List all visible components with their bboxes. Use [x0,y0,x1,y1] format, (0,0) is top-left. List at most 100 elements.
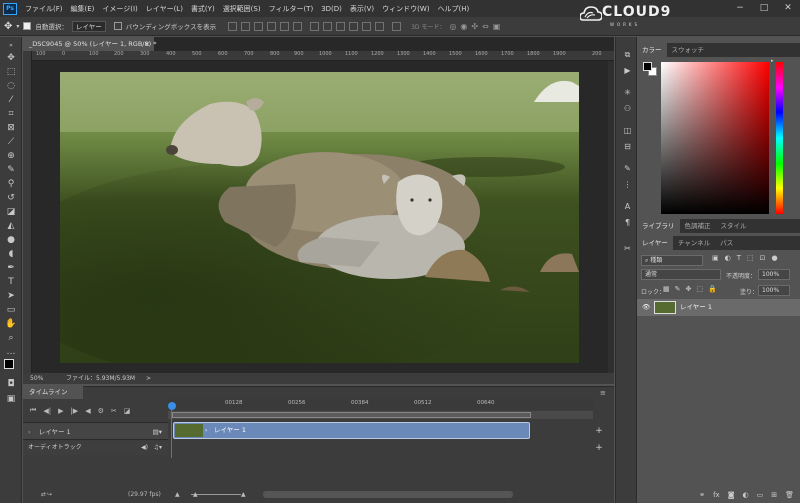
maximize-button[interactable]: □ [752,0,776,17]
more-tools-icon[interactable]: … [5,346,17,358]
menu-filter[interactable]: フィルター(T) [265,4,318,14]
zoom-out-icon[interactable]: ▲ [175,488,180,501]
tool-presets-icon[interactable]: ✂ [622,243,633,254]
blur-tool-icon[interactable]: ● [5,234,17,246]
menu-file[interactable]: ファイル(F) [21,4,67,14]
align-bottom-icon[interactable] [254,21,264,31]
speaker-icon[interactable]: ◀) [141,441,148,455]
actions-play-icon[interactable]: ▶ [622,65,633,76]
zoom-in-icon[interactable]: ▲ [241,488,246,501]
eye-icon[interactable]: 👁 [642,299,650,316]
marquee-tool-icon[interactable]: ⬚ [5,66,17,78]
distribute-bottom-icon[interactable] [336,21,346,31]
delete-layer-icon[interactable]: 🗑 [785,488,794,502]
play-icon[interactable]: ▶ [58,407,63,415]
document-photo-sheep[interactable] [60,72,579,363]
timeline-ruler[interactable]: 00128 00256 00384 00512 00640 [168,399,593,410]
brushes-icon[interactable]: ✎ [622,163,633,174]
playhead-handle[interactable] [168,402,176,410]
timeline-menu-icon[interactable]: ≡ [600,389,606,397]
transition-icon[interactable]: ◪ [124,407,131,415]
tab-channels[interactable]: チャンネル [673,236,715,250]
lock-transparent-icon[interactable]: ▦ [663,285,670,293]
layer-name[interactable]: レイヤー 1 [680,299,712,316]
first-frame-icon[interactable]: ⏮ [30,406,36,415]
lock-artboard-icon[interactable]: ⬚ [696,285,703,293]
healing-brush-icon[interactable]: ⊕ [5,150,17,162]
align-right-icon[interactable] [293,21,303,31]
frame-tool-icon[interactable]: ⊠ [5,122,17,134]
3d-slide-icon[interactable]: ⇔ [482,22,489,31]
auto-select-dropdown[interactable]: レイヤー [71,20,106,32]
move-tool-icon[interactable]: ✥ [4,21,12,32]
lasso-tool-icon[interactable]: ◌ [5,80,17,92]
close-tab-icon[interactable]: × [145,37,150,51]
timeline-hscrollbar[interactable] [263,491,513,498]
dodge-tool-icon[interactable]: ◖ [5,248,17,260]
layer-row[interactable]: 👁 レイヤー 1 [637,299,800,316]
hue-slider[interactable] [776,62,783,214]
3d-scale-icon[interactable]: ▣ [493,22,501,31]
menu-window[interactable]: ウィンドウ(W) [378,4,433,14]
settings-icon[interactable]: ⚙ [98,407,104,415]
add-media-button[interactable]: + [593,425,605,437]
minimize-button[interactable]: − [728,0,752,17]
history-brush-icon[interactable]: ↺ [5,192,17,204]
timeline-zoom-slider[interactable] [191,494,241,495]
clip-layer-1[interactable]: › レイヤー 1 [173,422,530,439]
3d-roll-icon[interactable]: ◉ [460,22,467,31]
lock-pixels-icon[interactable]: ✎ [675,285,681,293]
filter-pixel-icon[interactable]: ▣ [712,254,719,262]
tab-libraries[interactable]: ライブラリ [637,219,680,233]
hand-tool-icon[interactable]: ✋ [5,318,17,330]
menu-select[interactable]: 選択範囲(S) [219,4,265,14]
character-icon[interactable]: A [622,201,633,212]
align-hcenter-icon[interactable] [280,21,290,31]
zoom-tool-icon[interactable]: ⌕ [5,332,17,344]
history-icon[interactable]: ⧉ [622,49,633,60]
tool-preset-dropdown-icon[interactable]: ▾ [16,23,19,30]
adjust-icon[interactable]: ⋮ [622,179,633,190]
document-tab[interactable]: _DSC9045 @ 50% (レイヤー 1, RGB/8) * × [23,37,156,51]
tab-adjustments[interactable]: 色調補正 [680,219,716,233]
crop-tool-icon[interactable]: ⌗ [5,108,17,120]
link-layers-icon[interactable]: ⚭ [699,488,705,502]
paint-bucket-icon[interactable]: ◭ [5,220,17,232]
properties-icon[interactable]: ◫ [622,125,633,136]
menu-layer[interactable]: レイヤー(L) [142,4,187,14]
filter-smart-icon[interactable]: ⊡ [760,254,766,262]
eyedropper-tool-icon[interactable]: ⟋ [5,136,17,148]
brush-settings-icon[interactable]: ✳ [622,87,633,98]
layer-style-icon[interactable]: fx [713,488,720,502]
status-menu-arrow[interactable]: > [146,373,151,384]
show-bbox-checkbox[interactable] [113,22,122,30]
collapse-icon[interactable]: » [5,40,17,52]
add-audio-button[interactable]: + [593,442,605,454]
menu-help[interactable]: ヘルプ(H) [434,4,474,14]
eraser-tool-icon[interactable]: ◪ [5,206,17,218]
render-video-icon[interactable]: ↪ [47,488,52,501]
fill-input[interactable]: 100% [758,285,790,296]
group-icon[interactable]: ▭ [757,488,764,502]
track-film-icon[interactable]: ▤▾ [153,423,162,441]
audio-icon[interactable]: ◀ [85,407,90,415]
playhead[interactable] [171,404,172,458]
color-picker-field[interactable] [661,62,769,214]
track-expand-icon[interactable]: › [28,428,31,436]
tab-color[interactable]: カラー [637,43,667,57]
screen-mode-icon[interactable]: ▣ [5,393,17,405]
opacity-input[interactable]: 100% [758,269,790,280]
align-left-icon[interactable] [267,21,277,31]
clip-expand-icon[interactable]: › [205,423,207,438]
next-frame-icon[interactable]: |▶ [70,407,78,415]
convert-frames-icon[interactable]: ⇄ [41,488,46,501]
distribute-right-icon[interactable] [375,21,385,31]
foreground-color-swatch[interactable] [4,359,14,369]
work-area-range[interactable] [172,412,531,418]
filter-toggle-icon[interactable]: ● [772,254,778,262]
vertical-scrollbar[interactable] [608,61,614,373]
align-vcenter-icon[interactable] [241,21,251,31]
filter-shape-icon[interactable]: ⬚ [747,254,754,262]
filter-adjustment-icon[interactable]: ◐ [725,254,731,262]
shape-tool-icon[interactable]: ▭ [5,304,17,316]
